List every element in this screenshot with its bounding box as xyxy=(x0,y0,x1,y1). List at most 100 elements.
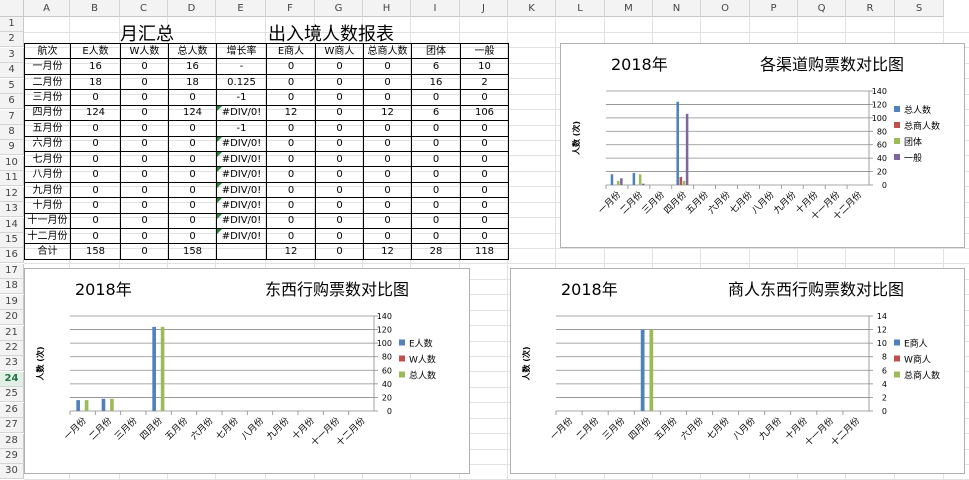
row-header-2[interactable]: 2 xyxy=(0,32,24,48)
table-cell[interactable]: 0 xyxy=(168,89,217,106)
east-west-comparison-chart[interactable]: 2018年 东西行购票数对比图 人数 (次) 0 20 40 60 80 100 120 140 一月… xyxy=(24,268,470,474)
table-cell[interactable]: 0 xyxy=(315,228,364,245)
table-cell[interactable]: 七月份 xyxy=(24,150,71,168)
column-header-l[interactable]: L xyxy=(556,0,605,17)
channel-comparison-chart[interactable]: 2018年 各渠道购票数对比图 人数 (次) 0 20 40 60 80 100 120 140 一月… xyxy=(560,43,965,248)
table-cell[interactable]: 五月份 xyxy=(24,120,71,137)
table-cell[interactable]: 0 xyxy=(120,89,169,106)
table-cell[interactable]: 0 xyxy=(266,135,316,152)
table-cell[interactable]: 0 xyxy=(411,150,461,168)
table-cell[interactable]: #DIV/0! xyxy=(216,150,267,168)
table-cell[interactable]: 0 xyxy=(266,150,316,168)
table-cell[interactable]: 6 xyxy=(411,58,461,75)
row-header-17[interactable]: 17 xyxy=(0,263,24,279)
column-header-b[interactable]: B xyxy=(70,0,120,17)
table-cell[interactable]: 0 xyxy=(315,104,364,122)
row-header-27[interactable]: 27 xyxy=(0,418,24,434)
table-cell[interactable]: 0 xyxy=(266,166,316,183)
table-cell[interactable]: 12 xyxy=(266,243,316,260)
table-cell[interactable]: 0 xyxy=(70,120,121,137)
table-cell[interactable]: 0 xyxy=(411,181,461,199)
table-header-row[interactable]: 航次 E人数 W人数 总人数 增长率 E商人 W商人 总商人数 团体 一般 xyxy=(24,42,509,60)
column-heading[interactable]: 增长率 xyxy=(216,42,267,60)
table-cell[interactable]: 16 xyxy=(411,73,461,91)
table-cell[interactable]: 16 xyxy=(70,58,121,75)
table-cell[interactable] xyxy=(216,243,267,260)
row-header-22[interactable]: 22 xyxy=(0,341,24,357)
table-cell[interactable]: 12 xyxy=(266,104,316,122)
column-header-k[interactable]: K xyxy=(508,0,556,17)
row-header-20[interactable]: 20 xyxy=(0,310,24,326)
table-cell[interactable]: 0 xyxy=(168,228,217,245)
select-all-corner[interactable] xyxy=(0,0,24,17)
table-cell[interactable]: 三月份 xyxy=(24,89,71,106)
table-cell[interactable]: 0 xyxy=(120,197,169,214)
table-cell[interactable]: 0 xyxy=(315,212,364,230)
row-header-8[interactable]: 8 xyxy=(0,125,24,140)
table-cell[interactable]: 0 xyxy=(70,197,121,214)
table-cell[interactable]: 0 xyxy=(411,135,461,152)
table-cell[interactable]: 0 xyxy=(168,212,217,230)
table-row[interactable]: 八月份 0 0 0 #DIV/0! 0 0 0 0 0 xyxy=(24,166,509,183)
table-cell[interactable]: 0 xyxy=(266,120,316,137)
table-cell[interactable]: 18 xyxy=(70,73,121,91)
row-header-11[interactable]: 11 xyxy=(0,171,24,187)
table-cell[interactable]: 六月份 xyxy=(24,135,71,152)
table-row[interactable]: 五月份 0 0 0 -1 0 0 0 0 0 xyxy=(24,120,509,137)
table-cell[interactable]: 118 xyxy=(460,243,509,260)
table-cell[interactable]: 0 xyxy=(315,89,364,106)
table-cell[interactable]: 0 xyxy=(460,120,509,137)
table-row[interactable]: 十一月份 0 0 0 #DIV/0! 0 0 0 0 0 xyxy=(24,212,509,230)
column-header-p[interactable]: P xyxy=(750,0,798,17)
table-cell[interactable]: 0 xyxy=(411,89,461,106)
row-header-7[interactable]: 7 xyxy=(0,109,24,125)
table-cell[interactable]: 0 xyxy=(120,104,169,122)
table-cell[interactable]: 0 xyxy=(460,212,509,230)
column-header-g[interactable]: G xyxy=(315,0,363,17)
row-header-29[interactable]: 29 xyxy=(0,449,24,465)
table-row[interactable]: 合计 158 0 158 12 0 12 28 118 xyxy=(24,243,509,260)
table-cell[interactable]: 0 xyxy=(315,58,364,75)
row-header-28[interactable]: 28 xyxy=(0,433,24,449)
row-header-10[interactable]: 10 xyxy=(0,155,24,171)
table-cell[interactable]: 0 xyxy=(460,228,509,245)
table-cell[interactable]: 0 xyxy=(120,135,169,152)
table-row[interactable]: 四月份 124 0 124 #DIV/0! 12 0 12 6 106 xyxy=(24,104,509,122)
table-cell[interactable]: 2 xyxy=(460,73,509,91)
table-cell[interactable]: 0 xyxy=(168,197,217,214)
table-cell[interactable]: 158 xyxy=(70,243,121,260)
table-cell[interactable]: 0 xyxy=(315,243,364,260)
row-header-13[interactable]: 13 xyxy=(0,202,24,218)
table-cell[interactable]: 0 xyxy=(411,212,461,230)
table-cell[interactable]: -1 xyxy=(216,120,267,137)
row-header-3[interactable]: 3 xyxy=(0,47,24,63)
table-cell[interactable]: 0 xyxy=(411,120,461,137)
table-row[interactable]: 七月份 0 0 0 #DIV/0! 0 0 0 0 0 xyxy=(24,150,509,168)
table-cell[interactable]: 0 xyxy=(315,135,364,152)
column-header-r[interactable]: R xyxy=(846,0,895,17)
row-header-16[interactable]: 16 xyxy=(0,248,24,264)
column-heading[interactable]: W商人 xyxy=(315,42,364,60)
column-heading[interactable]: E人数 xyxy=(70,42,121,60)
column-header-c[interactable]: C xyxy=(120,0,168,17)
table-cell[interactable]: 0 xyxy=(120,212,169,230)
table-cell[interactable]: 0 xyxy=(168,120,217,137)
row-header-30[interactable]: 30 xyxy=(0,464,24,480)
table-cell[interactable]: 0 xyxy=(411,197,461,214)
row-header-6[interactable]: 6 xyxy=(0,94,24,110)
table-cell[interactable]: 十一月份 xyxy=(24,212,71,230)
column-heading[interactable]: W人数 xyxy=(120,42,169,60)
table-row[interactable]: 九月份 0 0 0 #DIV/0! 0 0 0 0 0 xyxy=(24,181,509,199)
row-header-23[interactable]: 23 xyxy=(0,356,24,372)
row-header-26[interactable]: 26 xyxy=(0,402,24,418)
table-cell[interactable]: 0.125 xyxy=(216,73,267,91)
table-cell[interactable]: 0 xyxy=(266,89,316,106)
table-cell[interactable]: 12 xyxy=(363,104,412,122)
row-header-1[interactable]: 1 xyxy=(0,17,24,32)
data-table[interactable]: 航次 E人数 W人数 总人数 增长率 E商人 W商人 总商人数 团体 一般 一月份 16 0 16-0 0 0… xyxy=(24,42,509,260)
column-header-h[interactable]: H xyxy=(363,0,411,17)
table-cell[interactable]: 0 xyxy=(120,58,169,75)
table-cell[interactable]: #DIV/0! xyxy=(216,104,267,122)
row-header-5[interactable]: 5 xyxy=(0,78,24,94)
row-header-18[interactable]: 18 xyxy=(0,279,24,295)
